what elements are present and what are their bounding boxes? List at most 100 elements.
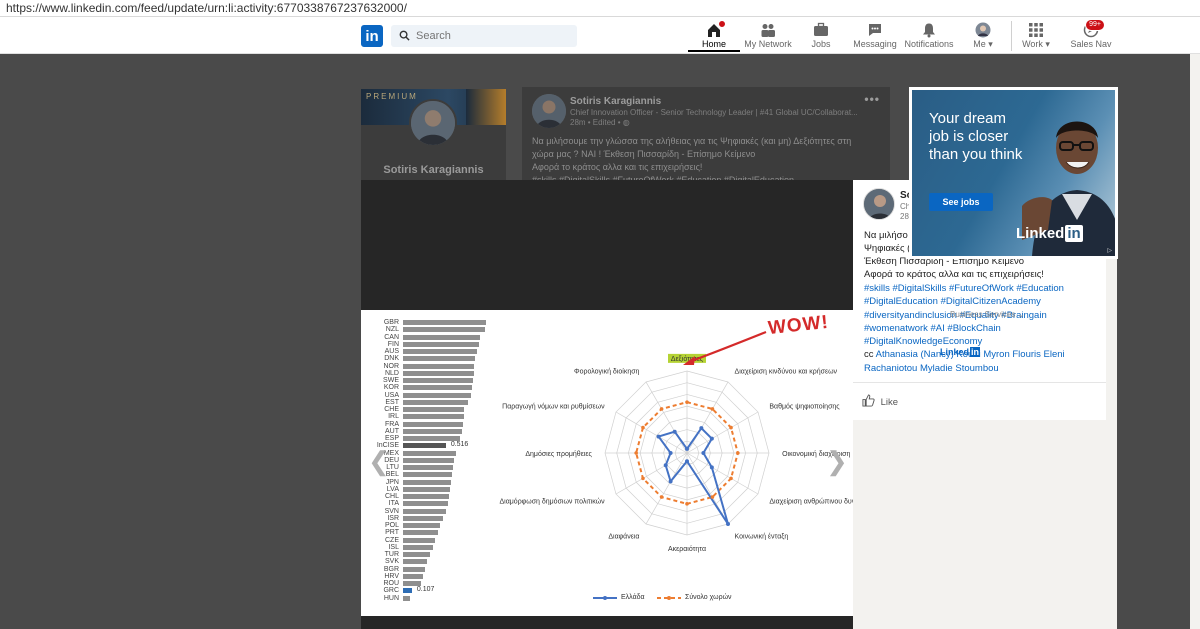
- total-point: [659, 495, 664, 499]
- ad-headline: Your dream job is closer than you think: [929, 110, 1023, 163]
- radar-axis-label: Φορολογική διοίκηση: [574, 368, 640, 376]
- greece-point: [656, 434, 661, 439]
- radar-axis-label: Διαχείριση κινδύνου και κρήσεων: [735, 368, 838, 376]
- greece-point: [709, 465, 714, 470]
- overlay-logo-text: Linked: [940, 347, 970, 357]
- radar-axis-label: Κοινωνική ένταξη: [735, 532, 789, 540]
- nav-label: Home: [701, 39, 726, 49]
- total-point: [634, 451, 638, 455]
- radar-axis-label: Βαθμός ψηφιοποίησης: [769, 402, 840, 410]
- linkedin-logo[interactable]: in: [361, 25, 383, 47]
- avatar-icon: [975, 22, 991, 38]
- greece-point: [699, 426, 704, 431]
- total-point: [641, 476, 645, 481]
- nav-home[interactable]: Home: [688, 20, 740, 52]
- hashtag-line[interactable]: #DigitalEducation #DigitalCitizenAcademy: [864, 296, 1041, 307]
- top-navigation: in Home My Network Jobs Messaging Notifi…: [0, 17, 1200, 54]
- side-text-line: Ψηφιακές (: [864, 243, 911, 254]
- previous-slide-icon[interactable]: ❮: [368, 446, 390, 477]
- nav-my-network[interactable]: My Network: [743, 20, 793, 52]
- post-text-line: Αφορά το κράτος αλλα και τις επιχειρήσει…: [532, 162, 703, 172]
- next-slide-icon[interactable]: ❯: [826, 446, 848, 477]
- ad-image: Your dream job is closer than you think …: [912, 90, 1115, 256]
- search-input[interactable]: [416, 28, 566, 44]
- annotation-arrow: [688, 330, 767, 364]
- nav-sales-nav[interactable]: 99+ Sales Nav: [1068, 19, 1114, 52]
- search-icon: [399, 30, 410, 41]
- greece-point: [709, 436, 714, 441]
- hashtag-line[interactable]: #womenatwork #AI #BlockChain: [864, 323, 1001, 334]
- side-author-avatar[interactable]: [863, 188, 895, 220]
- greece-point: [685, 446, 689, 451]
- radar-grid: [604, 370, 770, 536]
- overlay-services-label: Business Services ⌄: [950, 310, 1024, 319]
- hashtag-line[interactable]: #skills #DigitalSkills #FutureOfWork #Ed…: [864, 283, 1064, 294]
- nav-label: Me: [973, 39, 986, 49]
- nav-label: Jobs: [811, 39, 831, 49]
- sales-nav-badge: 99+: [1085, 19, 1105, 31]
- more-options-icon[interactable]: •••: [864, 92, 880, 106]
- search-box[interactable]: [391, 25, 577, 47]
- profile-card[interactable]: PREMIUM Sotiris Karagiannis: [361, 89, 506, 184]
- premium-accent: [466, 89, 506, 125]
- legend-total-label: Σύνολο χωρών: [685, 594, 732, 601]
- greece-point: [672, 429, 677, 434]
- like-label: Like: [880, 396, 899, 408]
- notification-dot: [718, 20, 726, 28]
- profile-name[interactable]: Sotiris Karagiannis: [361, 164, 506, 176]
- radar-chart: ΔεξιότητεςΔιαχείριση κινδύνου και κρήσεω…: [500, 330, 853, 600]
- post-author-avatar[interactable]: [532, 94, 566, 128]
- chevron-down-icon: ⌄: [1017, 310, 1025, 319]
- total-point: [729, 476, 733, 481]
- like-button[interactable]: Like: [862, 394, 922, 410]
- post-author-headline: Chief Innovation Officer - Senior Techno…: [570, 108, 858, 117]
- profile-avatar[interactable]: [409, 99, 457, 147]
- ad-choice-icon[interactable]: ▷: [1107, 247, 1112, 254]
- radar-axis-label: Παραγωγή νόμων και ρυθμίσεων: [502, 402, 605, 410]
- greece-point: [668, 479, 673, 484]
- post-time: 28m • Edited •: [570, 118, 621, 127]
- nav-messaging[interactable]: Messaging: [853, 20, 897, 52]
- nav-notifications[interactable]: Notifications: [904, 20, 954, 52]
- job-ad-banner[interactable]: Your dream job is closer than you think …: [909, 87, 1118, 259]
- feed-post: Sotiris Karagiannis Chief Innovation Off…: [522, 87, 890, 187]
- message-icon: [867, 22, 883, 38]
- nav-jobs[interactable]: Jobs: [798, 20, 844, 52]
- hashtag-line[interactable]: #DigitalKnowledgeEconomy: [864, 336, 982, 347]
- premium-label: PREMIUM: [366, 92, 418, 101]
- nav-label: Sales Nav: [1070, 39, 1112, 49]
- people-icon: [760, 22, 776, 38]
- greece-point: [668, 451, 673, 455]
- see-jobs-button[interactable]: See jobs: [929, 193, 993, 211]
- chevron-down-icon: ▾: [985, 39, 993, 49]
- globe-icon: ◍: [622, 118, 630, 127]
- greece-point: [701, 451, 706, 455]
- side-divider: [853, 382, 1106, 383]
- nav-work[interactable]: Work ▾: [1018, 20, 1054, 52]
- total-point: [710, 407, 715, 411]
- home-icon: [706, 20, 726, 38]
- post-text-line: χώρα μας ? ΝΑΙ ! Έκθεση Πισσαρίδη - Επίσ…: [532, 149, 756, 159]
- post-text-line: Να μιλήσουμε την γλώσσα της αλήθειας για…: [532, 136, 852, 146]
- ad-logo-text: Linked: [1016, 225, 1065, 242]
- side-post-time: 28: [900, 212, 909, 221]
- total-point: [736, 451, 740, 455]
- nav-label: Work: [1022, 39, 1043, 49]
- mentioned-people[interactable]: Rachaniotou Myladie Stoumbou: [864, 363, 999, 374]
- nav-label: Messaging: [853, 39, 897, 49]
- greece-point: [726, 522, 730, 527]
- post-author-name[interactable]: Sotiris Karagiannis: [570, 96, 661, 107]
- nav-me[interactable]: Me ▾: [968, 20, 998, 52]
- legend-greece-label: Ελλάδα: [621, 594, 645, 601]
- browser-url-bar[interactable]: https://www.linkedin.com/feed/update/urn…: [0, 0, 1200, 17]
- chevron-down-icon: ▾: [1042, 39, 1050, 49]
- ad-linkedin-logo: Linked in: [1016, 225, 1083, 242]
- legend-greece-marker: [603, 596, 607, 600]
- compass-icon: 99+: [1083, 19, 1105, 38]
- total-point: [685, 502, 689, 506]
- radar-axis-label: Διαφάνεια: [608, 532, 639, 540]
- bell-icon: [921, 22, 937, 38]
- cc-prefix: cc: [864, 349, 876, 360]
- radar-axis-labels: ΔεξιότητεςΔιαχείριση κινδύνου και κρήσεω…: [500, 353, 853, 553]
- briefcase-icon: [813, 22, 829, 38]
